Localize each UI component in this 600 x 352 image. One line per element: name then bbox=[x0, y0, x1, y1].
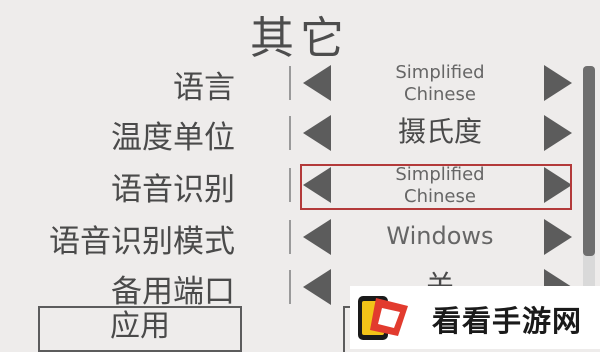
next-arrow-icon[interactable] bbox=[544, 219, 572, 255]
setting-value-temperature-unit: 摄氏度 bbox=[397, 115, 482, 148]
setting-row-language: 语言 Simplified Chinese bbox=[0, 60, 580, 108]
scrollbar-thumb[interactable] bbox=[583, 66, 595, 256]
next-arrow-icon[interactable] bbox=[544, 167, 572, 203]
divider bbox=[289, 116, 291, 150]
divider bbox=[289, 66, 291, 100]
divider bbox=[289, 168, 291, 202]
previous-arrow-icon[interactable] bbox=[303, 269, 331, 305]
setting-label-temperature-unit: 温度单位 bbox=[111, 120, 235, 156]
setting-row-temperature-unit: 温度单位 摄氏度 bbox=[0, 110, 580, 158]
setting-label-speech-recognition-mode: 语音识别模式 bbox=[49, 224, 235, 260]
previous-arrow-icon[interactable] bbox=[303, 115, 331, 151]
divider bbox=[289, 270, 291, 304]
setting-label-backup-port: 备用端口 bbox=[111, 274, 235, 310]
page-title: 其它 bbox=[250, 13, 350, 64]
setting-row-speech-recognition-mode: 语音识别模式 Windows bbox=[0, 214, 580, 262]
next-arrow-icon[interactable] bbox=[544, 115, 572, 151]
setting-value-language: Simplified Chinese bbox=[395, 62, 485, 105]
previous-arrow-icon[interactable] bbox=[303, 65, 331, 101]
setting-label-speech-recognition: 语音识别 bbox=[111, 172, 235, 208]
setting-value-speech-recognition: Simplified Chinese bbox=[395, 164, 485, 207]
watermark-logo-icon bbox=[358, 296, 408, 340]
apply-button[interactable]: 应用 bbox=[38, 306, 242, 352]
watermark: 看看手游网 bbox=[350, 286, 600, 349]
previous-arrow-icon[interactable] bbox=[303, 219, 331, 255]
watermark-text: 看看手游网 bbox=[432, 304, 583, 338]
setting-value-speech-recognition-mode: Windows bbox=[386, 222, 494, 250]
next-arrow-icon[interactable] bbox=[544, 65, 572, 101]
divider bbox=[289, 220, 291, 254]
setting-row-speech-recognition: 语音识别 Simplified Chinese bbox=[0, 162, 580, 210]
setting-label-language: 语言 bbox=[173, 70, 235, 106]
previous-arrow-icon[interactable] bbox=[303, 167, 331, 203]
